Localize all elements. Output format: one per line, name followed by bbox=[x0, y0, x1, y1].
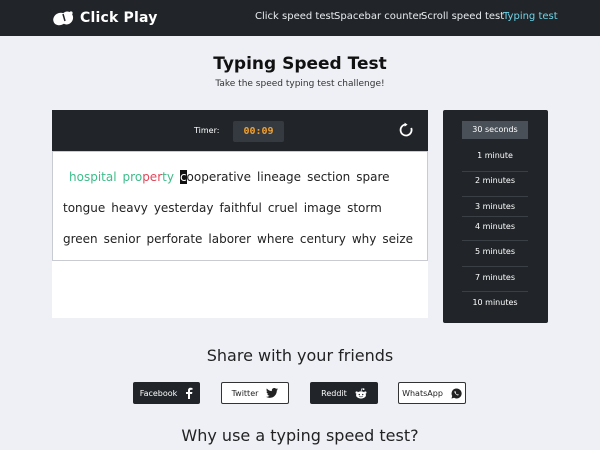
word: image bbox=[303, 201, 342, 215]
whatsapp-label: WhatsApp bbox=[402, 388, 443, 398]
brand[interactable]: Click Play bbox=[52, 9, 158, 27]
current-word-rest: ooperative bbox=[186, 170, 252, 184]
nav-typing-test[interactable]: Typing test bbox=[503, 11, 558, 22]
word: perforate bbox=[146, 232, 203, 246]
why-title: Why use a typing speed test? bbox=[181, 426, 419, 445]
typing-panel: Timer: 00:09 hospital property cooperative… bbox=[52, 110, 428, 318]
word: senior bbox=[103, 232, 141, 246]
nav-spacebar-counter[interactable]: Spacebar counter bbox=[334, 11, 423, 22]
divider bbox=[462, 240, 528, 241]
word-line-3: green senior perforate laborer where century w… bbox=[63, 232, 419, 246]
word: heavy bbox=[111, 201, 148, 215]
word: green bbox=[63, 232, 98, 246]
page-subtitle: Take the speed typing test challenge! bbox=[215, 79, 385, 89]
word: laborer bbox=[208, 232, 252, 246]
divider bbox=[462, 216, 528, 217]
duration-option-5-minutes[interactable]: 5 minutes bbox=[462, 243, 528, 261]
reddit-label: Reddit bbox=[321, 388, 347, 398]
typed-rest-chars: ty bbox=[162, 170, 174, 184]
duration-panel: 30 seconds 1 minute 2 minutes 3 minutes … bbox=[443, 110, 548, 323]
word: spare bbox=[356, 170, 390, 184]
duration-option-10-minutes[interactable]: 10 minutes bbox=[462, 294, 528, 312]
nav-click-speed-test[interactable]: Click speed test bbox=[255, 11, 335, 22]
timer-display: 00:09 bbox=[233, 121, 284, 142]
brand-name: Click Play bbox=[80, 10, 158, 26]
facebook-share-button[interactable]: Facebook bbox=[133, 382, 200, 404]
whatsapp-icon bbox=[451, 387, 462, 399]
nav-scroll-speed-test[interactable]: Scroll speed test bbox=[421, 11, 504, 22]
divider bbox=[462, 196, 528, 197]
twitter-label: Twitter bbox=[231, 388, 259, 398]
twitter-share-button[interactable]: Twitter bbox=[221, 382, 289, 404]
duration-option-30-seconds[interactable]: 30 seconds bbox=[462, 121, 528, 139]
reset-icon[interactable] bbox=[398, 122, 414, 138]
divider bbox=[462, 266, 528, 267]
word: seize bbox=[382, 232, 414, 246]
word: tongue bbox=[63, 201, 106, 215]
navbar: Click Play Click speed test Spacebar cou… bbox=[0, 0, 600, 36]
word: lineage bbox=[257, 170, 302, 184]
twitter-icon bbox=[266, 388, 279, 398]
word: why bbox=[351, 232, 377, 246]
duration-option-2-minutes[interactable]: 2 minutes bbox=[462, 172, 528, 190]
mouse-logo-icon bbox=[52, 10, 74, 26]
share-title: Share with your friends bbox=[206, 346, 394, 365]
duration-option-3-minutes[interactable]: 3 minutes bbox=[462, 198, 528, 216]
reddit-share-button[interactable]: Reddit bbox=[310, 382, 378, 404]
typed-correct-chars: pro bbox=[122, 170, 143, 184]
word: storm bbox=[347, 201, 382, 215]
typed-error-chars: per bbox=[142, 170, 163, 184]
word: century bbox=[299, 232, 346, 246]
divider bbox=[462, 291, 528, 292]
word-line-1: hospital property cooperative lineage sectio… bbox=[69, 170, 396, 184]
duration-option-7-minutes[interactable]: 7 minutes bbox=[462, 269, 528, 287]
word: faithful bbox=[219, 201, 262, 215]
typed-word-correct: hospital bbox=[69, 170, 117, 184]
word-line-2: tongue heavy yesterday faithful cruel image st… bbox=[63, 201, 388, 215]
word: where bbox=[257, 232, 294, 246]
typed-word-current: property bbox=[123, 170, 174, 184]
duration-option-1-minute[interactable]: 1 minute bbox=[462, 147, 528, 165]
reddit-icon bbox=[355, 387, 367, 399]
page-title: Typing Speed Test bbox=[213, 54, 387, 74]
word: cruel bbox=[267, 201, 298, 215]
word: yesterday bbox=[153, 201, 214, 215]
panel-header: Timer: 00:09 bbox=[52, 110, 428, 151]
typing-text-area[interactable]: hospital property cooperative lineage sectio… bbox=[52, 151, 428, 261]
whatsapp-share-button[interactable]: WhatsApp bbox=[398, 382, 466, 404]
word: section bbox=[307, 170, 351, 184]
duration-option-4-minutes[interactable]: 4 minutes bbox=[462, 218, 528, 236]
facebook-icon bbox=[185, 387, 193, 399]
typing-cursor: c bbox=[179, 170, 187, 184]
timer-label: Timer: bbox=[194, 126, 220, 135]
facebook-label: Facebook bbox=[139, 388, 178, 398]
